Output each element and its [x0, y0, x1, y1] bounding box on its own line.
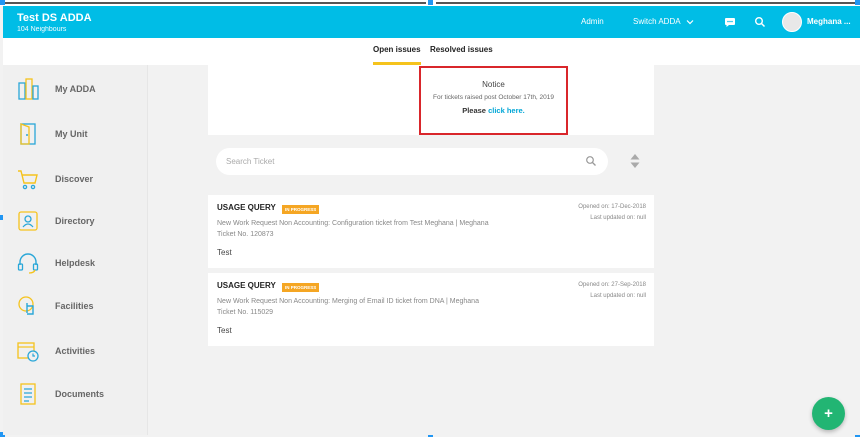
ticket-description: New Work Request Non Accounting: Configu…: [217, 220, 489, 227]
sidebar-item-label: My Unit: [55, 129, 88, 139]
ticket-opened-date: Opened on: 27-Sep-2018: [578, 282, 646, 288]
switch-adda-label: Switch ADDA: [633, 17, 681, 26]
app-title: Test DS ADDA: [17, 12, 92, 24]
user-name[interactable]: Meghana ...: [807, 6, 851, 38]
notice-text: For tickets raised post October 17th, 20…: [432, 94, 555, 101]
tab-resolved-issues[interactable]: Resolved issues: [430, 38, 493, 65]
contact-card-icon: [18, 211, 38, 231]
sidebar-item-my-unit[interactable]: My Unit: [3, 116, 148, 152]
ticket-updated-date: Last updated on: null: [590, 293, 646, 299]
switch-adda-menu[interactable]: Switch ADDA: [633, 6, 694, 38]
sidebar-item-label: Discover: [55, 174, 94, 184]
ticket-type: USAGE QUERY: [217, 281, 276, 290]
status-badge: IN PROGRESS: [282, 283, 320, 292]
app-header: Test DS ADDA 104 Neighbours Admin Switch…: [3, 6, 860, 38]
calendar-clock-icon: [17, 342, 39, 362]
notice-card: Notice For tickets raised post October 1…: [208, 65, 654, 135]
sidebar-item-label: Directory: [55, 216, 95, 226]
ticket-number: Ticket No. 115029: [217, 309, 274, 316]
plus-icon: +: [824, 405, 833, 422]
chat-icon[interactable]: [724, 16, 736, 28]
ticket-type: USAGE QUERY: [217, 203, 276, 212]
ticket-opened-date: Opened on: 17-Dec-2018: [578, 204, 646, 210]
resize-handle[interactable]: [428, 0, 433, 5]
search-icon[interactable]: [754, 16, 766, 28]
ticket-description: New Work Request Non Accounting: Merging…: [217, 298, 479, 305]
neighbour-count: 104 Neighbours: [17, 26, 67, 33]
door-icon: [20, 123, 36, 145]
avatar[interactable]: [782, 12, 802, 32]
sidebar-item-directory[interactable]: Directory: [3, 203, 148, 239]
document-icon: [20, 383, 36, 405]
adda-switcher[interactable]: Test DS ADDA 104 Neighbours: [17, 12, 92, 33]
sidebar-item-label: My ADDA: [55, 84, 96, 94]
ticket-number: Ticket No. 120873: [217, 231, 274, 238]
issue-tabs: Open issues Resolved issues: [3, 38, 860, 65]
resize-handle[interactable]: [0, 0, 5, 5]
notice-highlight: Notice For tickets raised post October 1…: [419, 66, 568, 135]
window-border-segment: [2, 2, 426, 4]
ticket-note: Test: [217, 326, 232, 335]
sidebar-item-label: Activities: [55, 346, 96, 356]
sidebar-item-my-adda[interactable]: My ADDA: [3, 71, 148, 107]
chevron-down-icon: [686, 19, 694, 25]
sidebar-item-discover[interactable]: Discover: [3, 161, 148, 197]
search-input[interactable]: Search Ticket: [216, 148, 608, 175]
ticket-card[interactable]: USAGE QUERY IN PROGRESS New Work Request…: [208, 195, 654, 268]
ticket-card[interactable]: USAGE QUERY IN PROGRESS New Work Request…: [208, 273, 654, 346]
hand-pointer-icon: [18, 296, 34, 315]
ticket-updated-date: Last updated on: null: [590, 215, 646, 221]
add-ticket-button[interactable]: +: [812, 397, 845, 430]
sidebar-item-facilities[interactable]: Facilities: [3, 288, 148, 324]
resize-handle[interactable]: [855, 0, 860, 5]
sidebar-item-label: Facilities: [55, 301, 94, 311]
sort-icon[interactable]: [630, 153, 640, 169]
building-icon: [18, 78, 39, 100]
tickets-panel: Notice For tickets raised post October 1…: [148, 65, 860, 435]
click-here-link[interactable]: click here.: [488, 106, 525, 115]
sidebar-item-activities[interactable]: Activities: [3, 333, 148, 369]
sidebar: My ADDA My Unit Discover Directory Helpd…: [3, 65, 148, 435]
notice-cta-prefix: Please: [462, 106, 486, 115]
headset-icon: [17, 253, 39, 274]
admin-link[interactable]: Admin: [581, 6, 604, 38]
search-icon[interactable]: [585, 155, 597, 167]
window-border-segment: [436, 2, 858, 4]
cart-icon: [18, 170, 38, 190]
sidebar-item-helpdesk[interactable]: Helpdesk: [3, 245, 148, 281]
sidebar-item-label: Documents: [55, 389, 105, 399]
sidebar-item-documents[interactable]: Documents: [3, 376, 148, 412]
tab-open-issues[interactable]: Open issues: [373, 38, 421, 65]
sidebar-item-label: Helpdesk: [55, 258, 96, 268]
search-placeholder: Search Ticket: [226, 157, 275, 166]
status-badge: IN PROGRESS: [282, 205, 320, 214]
notice-cta: Please click here.: [421, 106, 566, 115]
ticket-note: Test: [217, 248, 232, 257]
notice-title: Notice: [482, 80, 505, 89]
